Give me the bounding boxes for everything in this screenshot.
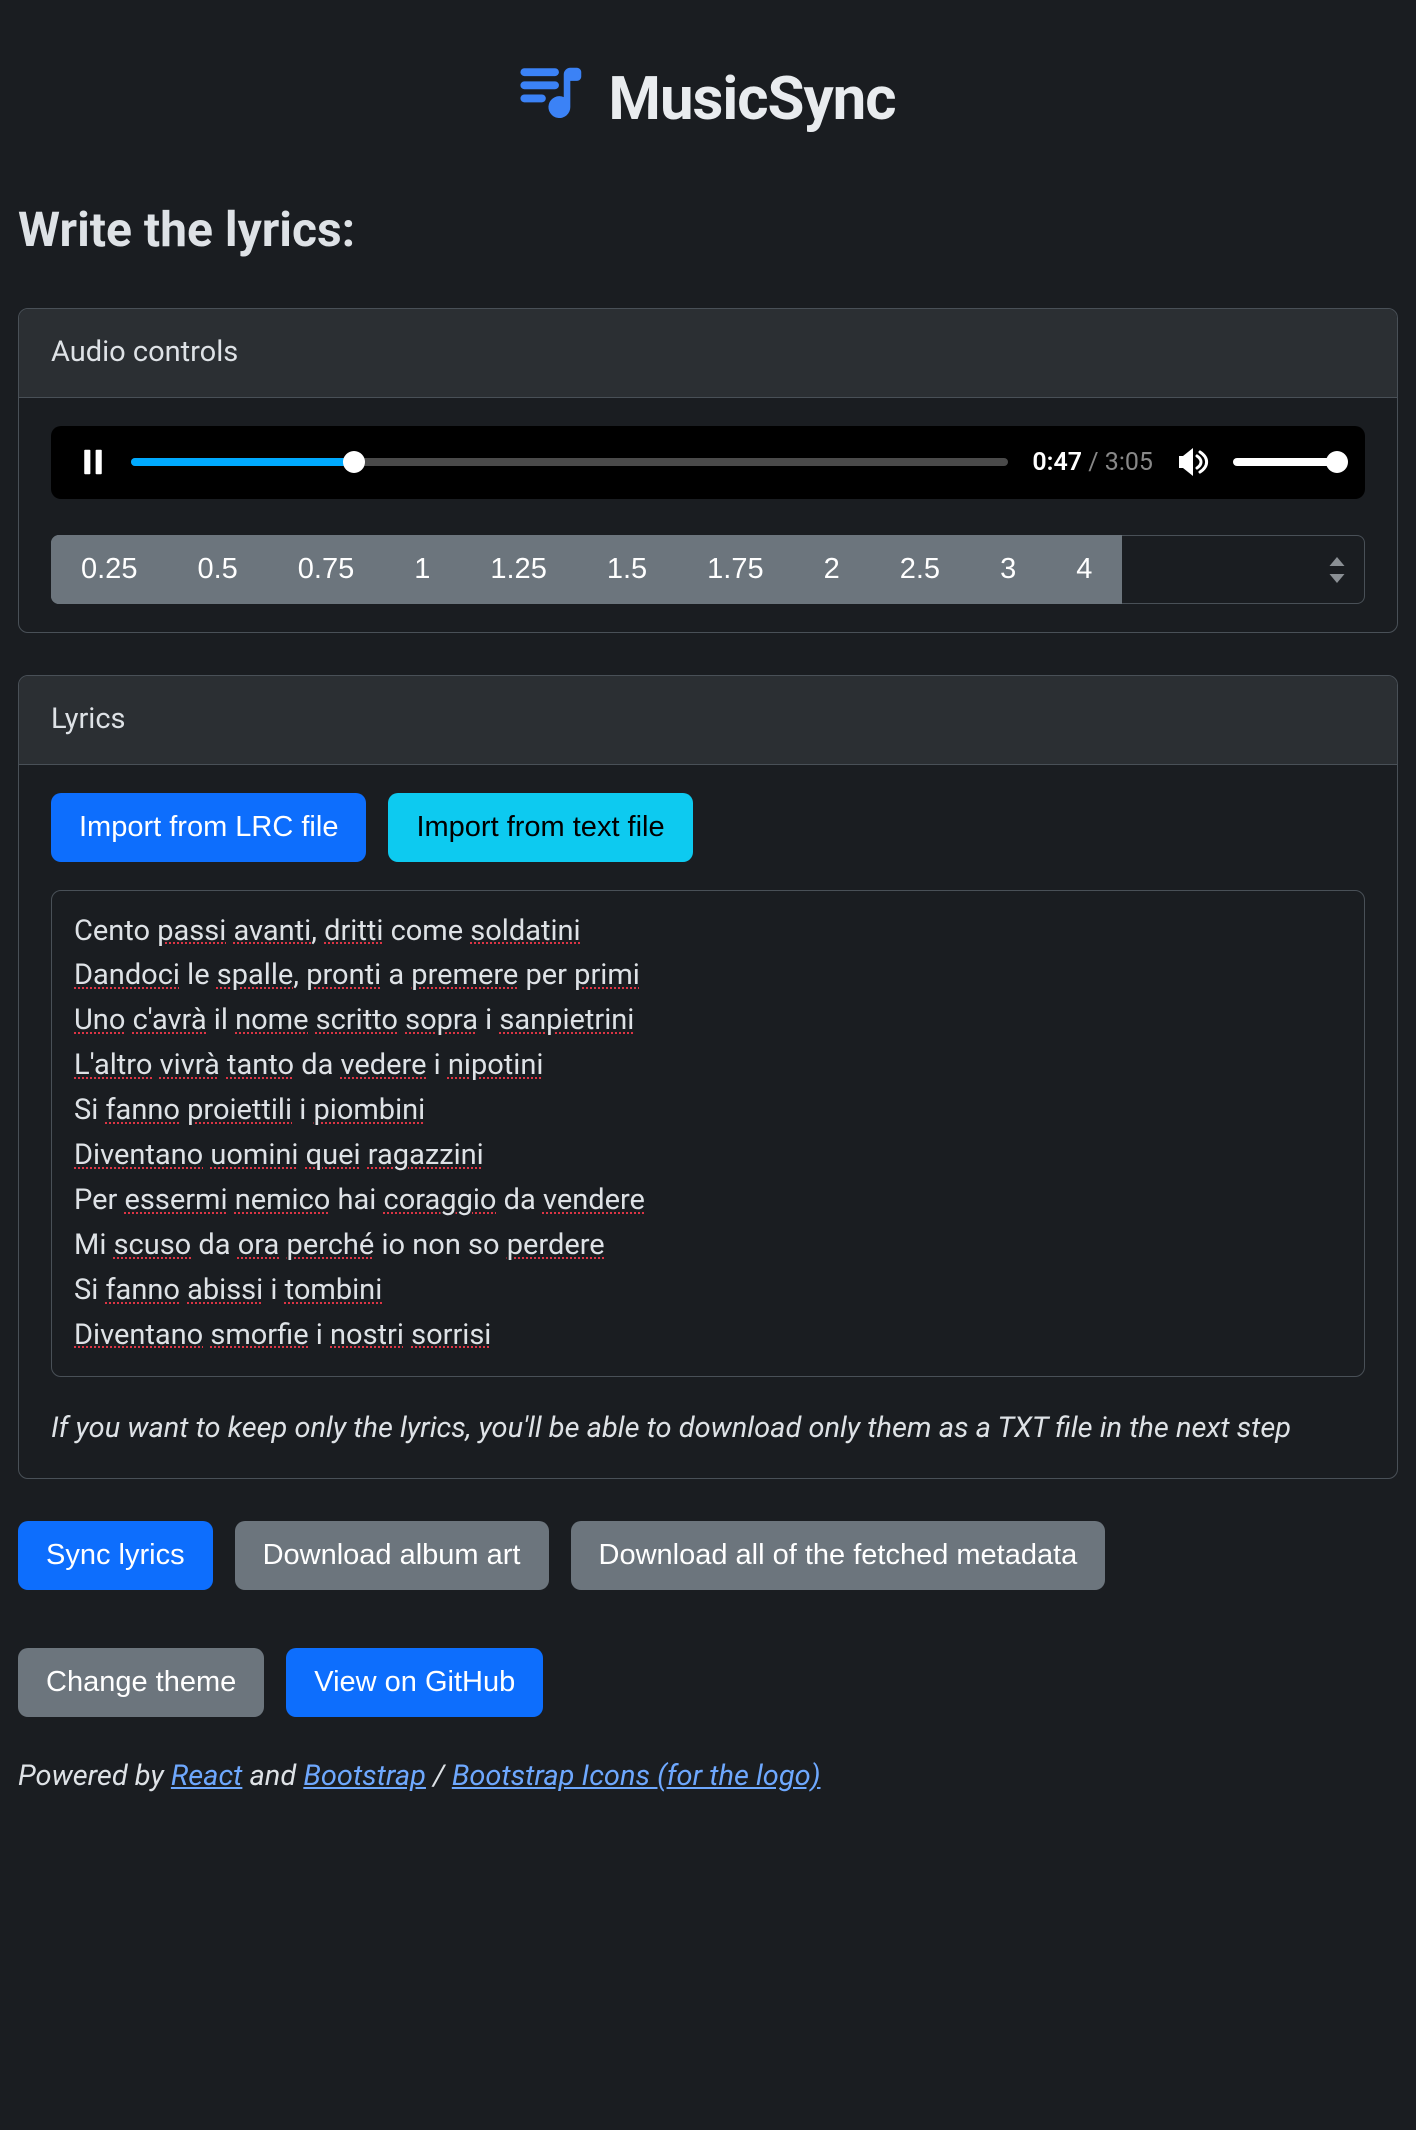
- lyrics-textarea[interactable]: Cento passi avanti, dritti come soldatin…: [51, 890, 1365, 1377]
- download-metadata-button[interactable]: Download all of the fetched metadata: [571, 1521, 1106, 1590]
- react-link[interactable]: React: [171, 1759, 242, 1793]
- speed-1.5-button[interactable]: 1.5: [577, 535, 677, 604]
- sync-lyrics-button[interactable]: Sync lyrics: [18, 1521, 213, 1590]
- bootstrap-link[interactable]: Bootstrap: [303, 1759, 426, 1793]
- audio-card-header: Audio controls: [19, 309, 1397, 398]
- footer-credits: Powered by React and Bootstrap / Bootstr…: [18, 1755, 1398, 1799]
- bootstrap-icons-link[interactable]: Bootstrap Icons (for the logo): [452, 1759, 821, 1793]
- app-header: MusicSync: [18, 18, 1398, 194]
- download-album-art-button[interactable]: Download album art: [235, 1521, 549, 1590]
- current-time: 0:47: [1032, 448, 1082, 477]
- time-display: 0:47 / 3:05: [1032, 444, 1153, 482]
- volume-slider[interactable]: [1233, 458, 1337, 466]
- speed-2.5-button[interactable]: 2.5: [870, 535, 970, 604]
- speed-0.75-button[interactable]: 0.75: [268, 535, 384, 604]
- app-title: MusicSync: [608, 54, 895, 144]
- import-lrc-button[interactable]: Import from LRC file: [51, 793, 366, 862]
- footer-buttons: Change theme View on GitHub: [18, 1648, 1398, 1717]
- speed-controls: 0.250.50.7511.251.51.7522.534: [51, 535, 1365, 604]
- seek-slider[interactable]: [131, 458, 1008, 466]
- audio-player: 0:47 / 3:05: [51, 426, 1365, 500]
- view-github-button[interactable]: View on GitHub: [286, 1648, 543, 1717]
- speed-1-button[interactable]: 1: [384, 535, 460, 604]
- pause-button[interactable]: [79, 448, 107, 476]
- speed-0.25-button[interactable]: 0.25: [51, 535, 167, 604]
- speed-0.5-button[interactable]: 0.5: [167, 535, 267, 604]
- speed-4-button[interactable]: 4: [1046, 535, 1122, 604]
- stepper-arrows-icon[interactable]: [1328, 557, 1346, 583]
- section-title: Write the lyrics:: [18, 194, 1398, 266]
- speed-stepper[interactable]: [1122, 535, 1365, 604]
- import-txt-button[interactable]: Import from text file: [388, 793, 692, 862]
- speed-1.25-button[interactable]: 1.25: [460, 535, 576, 604]
- music-list-icon: [520, 59, 590, 139]
- audio-controls-card: Audio controls 0:47 / 3:05: [18, 308, 1398, 633]
- speed-1.75-button[interactable]: 1.75: [677, 535, 793, 604]
- speed-3-button[interactable]: 3: [970, 535, 1046, 604]
- lyrics-card-header: Lyrics: [19, 676, 1397, 765]
- speed-2-button[interactable]: 2: [794, 535, 870, 604]
- volume-icon[interactable]: [1177, 446, 1209, 478]
- total-time: 3:05: [1105, 448, 1153, 477]
- lyrics-help-text: If you want to keep only the lyrics, you…: [51, 1407, 1365, 1451]
- action-buttons: Sync lyrics Download album art Download …: [18, 1521, 1398, 1590]
- lyrics-card: Lyrics Import from LRC file Import from …: [18, 675, 1398, 1479]
- change-theme-button[interactable]: Change theme: [18, 1648, 264, 1717]
